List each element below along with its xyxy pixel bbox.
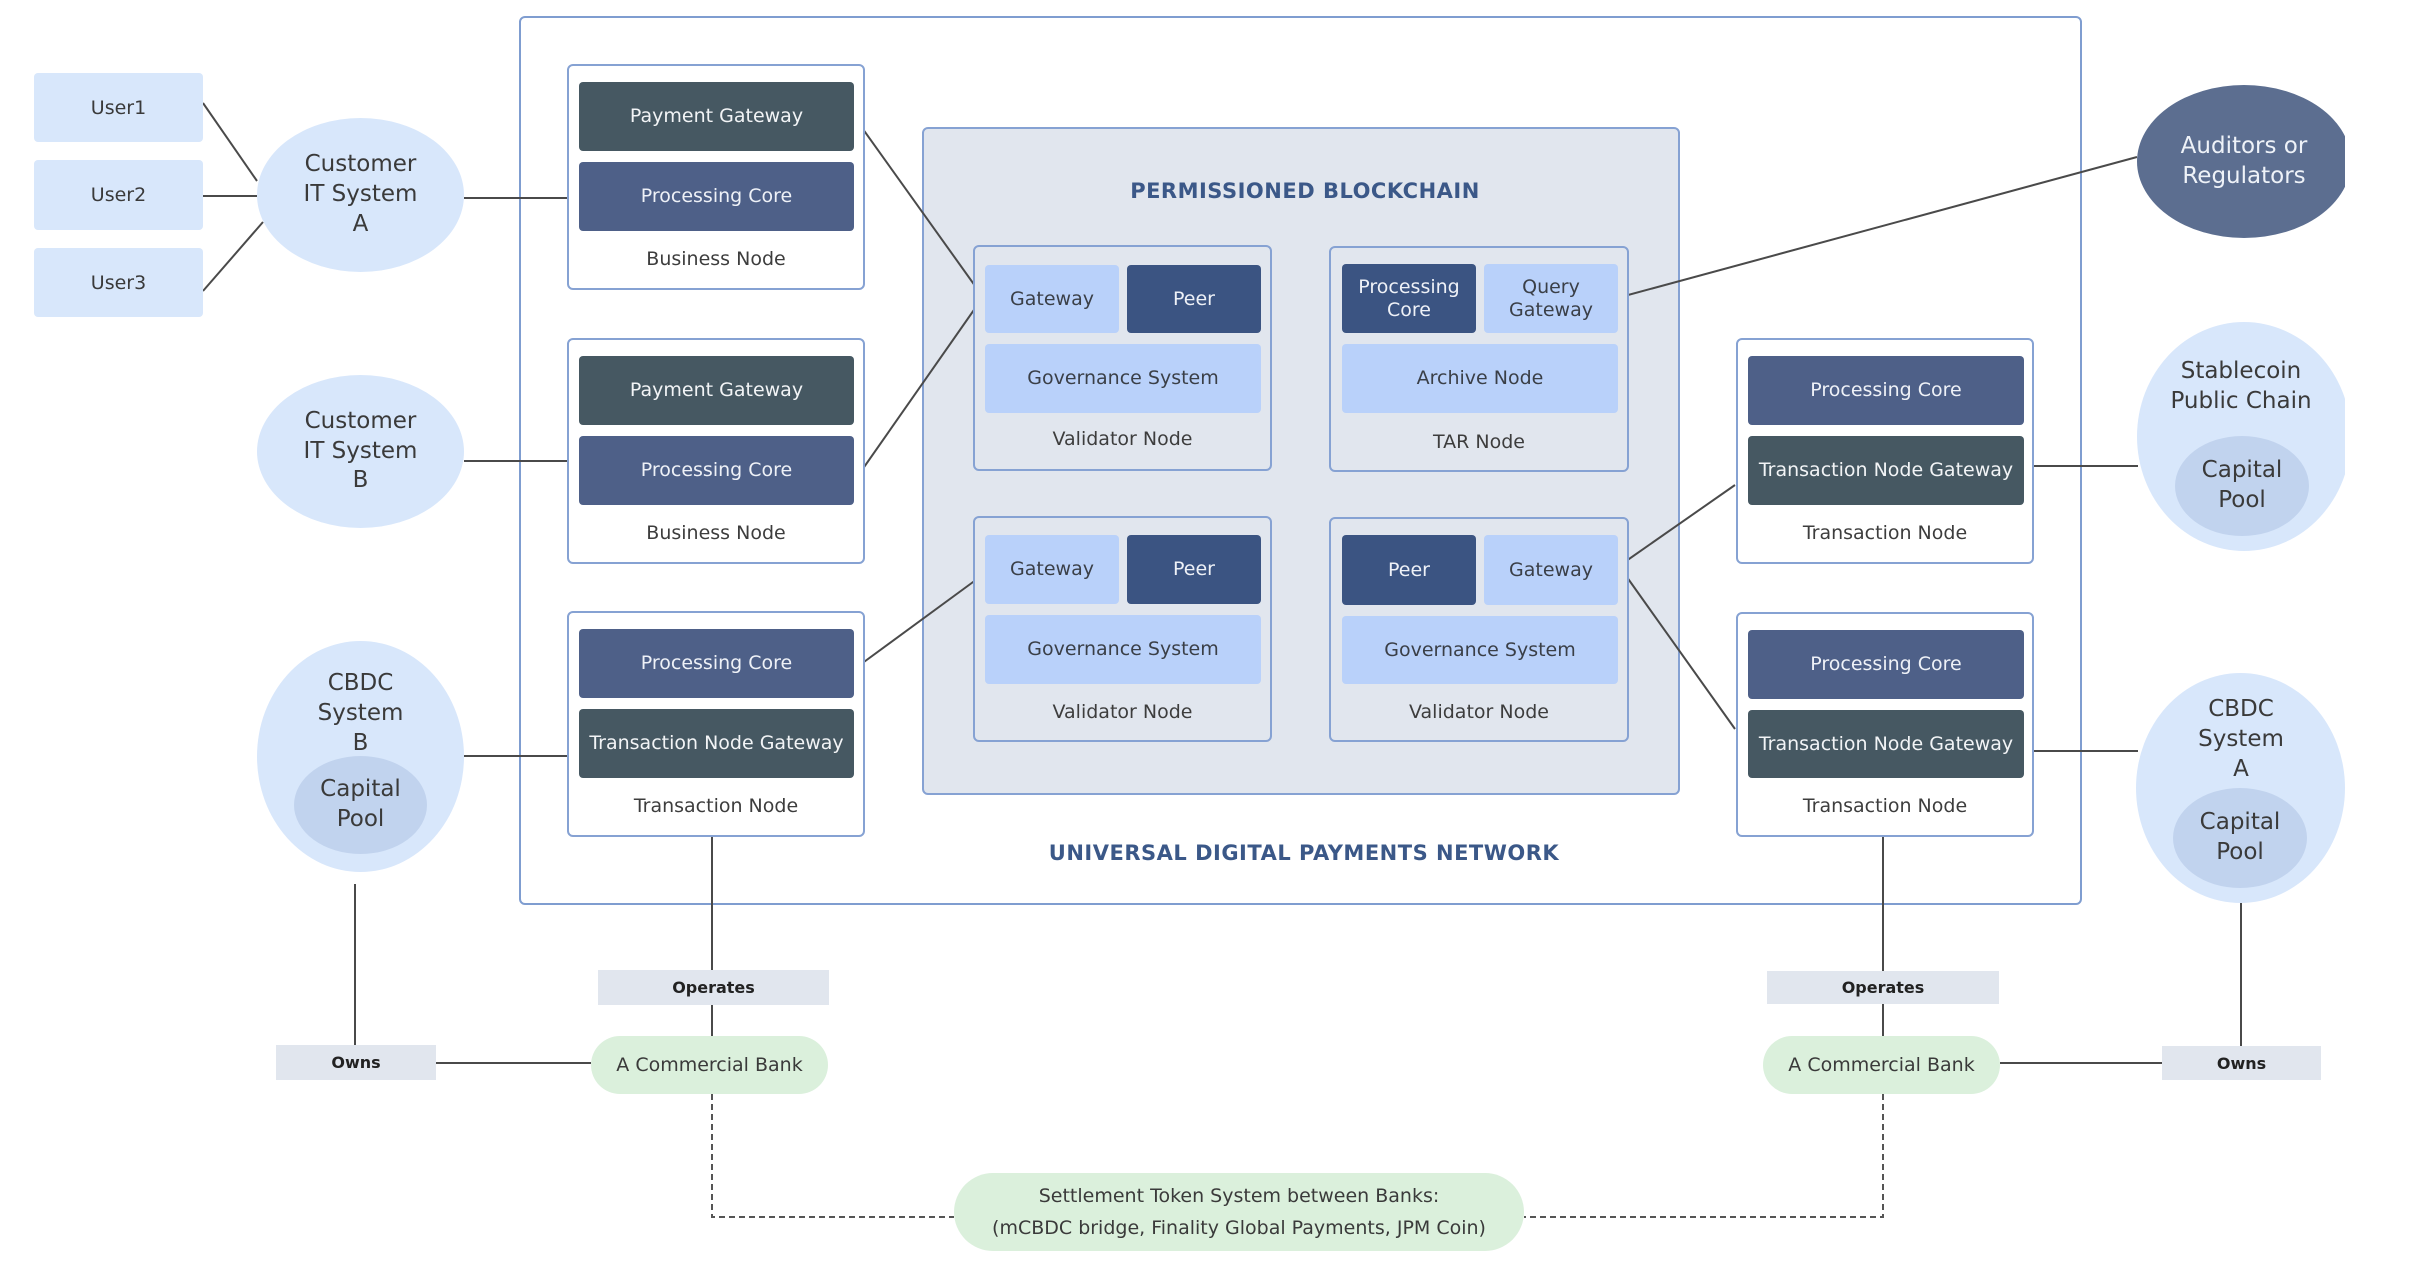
auditors-or-regulators[interactable]: Auditors or Regulators	[2137, 85, 2345, 238]
processing-core-transaction-right-top[interactable]: Processing Core	[1748, 356, 2024, 425]
cbdc-system-b-capital-pool-label: Capital Pool	[320, 776, 401, 832]
settlement-line-1: Settlement Token System between Banks:	[1038, 1184, 1440, 1207]
cbdc-system-a-capital-pool-label: Capital Pool	[2199, 809, 2281, 865]
stablecoin-capital-pool-label: Capital Pool	[2201, 457, 2283, 513]
validator-node-3[interactable]: Peer Gateway Governance System Validator…	[1329, 517, 1629, 742]
line-user1-customer-a	[202, 102, 258, 182]
customer-it-system-b[interactable]: Customer IT System B	[257, 375, 464, 528]
user-2[interactable]: User2	[34, 160, 203, 230]
operates-label-right: Operates	[1767, 971, 1999, 1004]
commercial-bank-left[interactable]: A Commercial Bank	[591, 1036, 828, 1094]
user-1[interactable]: User1	[34, 73, 203, 142]
transaction-node-right-top[interactable]: Processing Core Transaction Node Gateway…	[1736, 338, 2034, 564]
customer-it-system-a[interactable]: Customer IT System A	[257, 118, 464, 272]
validator-2-governance-system[interactable]: Governance System	[985, 615, 1261, 684]
transaction-node-gateway-right-bottom[interactable]: Transaction Node Gateway	[1748, 710, 2024, 778]
processing-core-business-1[interactable]: Processing Core	[579, 162, 854, 231]
auditors-or-regulators-label: Auditors or Regulators	[2180, 132, 2308, 189]
business-node-1-label: Business Node	[646, 248, 786, 270]
operates-label-left: Operates	[598, 970, 829, 1005]
settlement-line-2: (mCBDC bridge, Finality Global Payments,…	[992, 1217, 1486, 1239]
validator-1-governance-system[interactable]: Governance System	[985, 344, 1261, 413]
permissioned-blockchain-title: PERMISSIONED BLOCKCHAIN	[1130, 179, 1480, 203]
processing-core-transaction-right-bottom[interactable]: Processing Core	[1748, 630, 2024, 699]
processing-core-transaction-left[interactable]: Processing Core	[579, 629, 854, 698]
validator-node-3-label: Validator Node	[1409, 701, 1549, 723]
business-node-1[interactable]: Payment Gateway Processing Core Business…	[567, 64, 865, 290]
tar-node[interactable]: Processing Core Query Gateway Archive No…	[1329, 246, 1629, 472]
cbdc-system-b-capital-pool[interactable]: Capital Pool	[294, 756, 427, 854]
dashed-line-bank-left-settlement	[711, 1094, 954, 1218]
owns-label-left: Owns	[276, 1045, 436, 1080]
validator-node-2-label: Validator Node	[1052, 701, 1193, 723]
universal-digital-payments-network-title: UNIVERSAL DIGITAL PAYMENTS NETWORK	[1048, 841, 1560, 865]
settlement-token-system[interactable]: Settlement Token System between Banks: (…	[954, 1173, 1524, 1251]
transaction-node-left-label: Transaction Node	[633, 795, 799, 817]
tar-processing-core[interactable]: Processing Core	[1342, 264, 1476, 333]
stablecoin-public-chain[interactable]: Stablecoin Public Chain Capital Pool	[2137, 322, 2345, 551]
transaction-node-gateway-left[interactable]: Transaction Node Gateway	[579, 709, 854, 778]
tar-archive-node[interactable]: Archive Node	[1342, 344, 1618, 413]
validator-node-2[interactable]: Gateway Peer Governance System Validator…	[973, 516, 1272, 742]
validator-2-gateway[interactable]: Gateway	[985, 535, 1119, 604]
validator-3-gateway[interactable]: Gateway	[1484, 535, 1618, 605]
stablecoin-capital-pool[interactable]: Capital Pool	[2175, 436, 2309, 536]
cbdc-system-a[interactable]: CBDC System A Capital Pool	[2136, 673, 2345, 903]
payment-gateway-2[interactable]: Payment Gateway	[579, 356, 854, 425]
cbdc-system-b-label: CBDC System B	[317, 670, 404, 756]
transaction-node-right-bottom-label: Transaction Node	[1802, 795, 1968, 817]
cbdc-system-a-capital-pool[interactable]: Capital Pool	[2173, 788, 2307, 888]
tar-node-label: TAR Node	[1433, 431, 1525, 453]
line-user3-customer-a	[202, 221, 264, 292]
stablecoin-public-chain-label: Stablecoin Public Chain	[2170, 358, 2312, 414]
tar-query-gateway[interactable]: Query Gateway	[1484, 264, 1618, 333]
cbdc-system-a-label: CBDC System A	[2198, 696, 2284, 782]
validator-3-governance-system[interactable]: Governance System	[1342, 616, 1618, 684]
validator-node-1-label: Validator Node	[1052, 428, 1193, 450]
commercial-bank-right[interactable]: A Commercial Bank	[1763, 1036, 2000, 1094]
user-3-label: User3	[90, 271, 147, 294]
user-2-label: User2	[90, 184, 147, 206]
processing-core-business-2[interactable]: Processing Core	[579, 436, 854, 505]
validator-node-1[interactable]: Gateway Peer Governance System Validator…	[973, 245, 1272, 471]
customer-it-system-b-label: Customer IT System B	[303, 407, 418, 494]
business-node-2[interactable]: Payment Gateway Processing Core Business…	[567, 338, 865, 564]
owns-label-right: Owns	[2162, 1046, 2321, 1080]
validator-1-peer[interactable]: Peer	[1127, 265, 1261, 333]
validator-2-peer[interactable]: Peer	[1127, 535, 1261, 604]
cbdc-system-b[interactable]: CBDC System B Capital Pool	[257, 641, 464, 872]
validator-1-gateway[interactable]: Gateway	[985, 265, 1119, 333]
transaction-node-right-top-label: Transaction Node	[1802, 522, 1968, 544]
user-1-label: User1	[90, 96, 147, 119]
transaction-node-gateway-right-top[interactable]: Transaction Node Gateway	[1748, 436, 2024, 505]
transaction-node-left[interactable]: Processing Core Transaction Node Gateway…	[567, 611, 865, 837]
user-3[interactable]: User3	[34, 248, 203, 317]
customer-it-system-a-label: Customer IT System A	[303, 151, 418, 237]
dashed-line-bank-right-settlement	[1524, 1094, 1884, 1218]
transaction-node-right-bottom[interactable]: Processing Core Transaction Node Gateway…	[1736, 612, 2034, 837]
business-node-2-label: Business Node	[646, 522, 786, 544]
payment-gateway-1[interactable]: Payment Gateway	[579, 82, 854, 151]
validator-3-peer[interactable]: Peer	[1342, 535, 1476, 605]
